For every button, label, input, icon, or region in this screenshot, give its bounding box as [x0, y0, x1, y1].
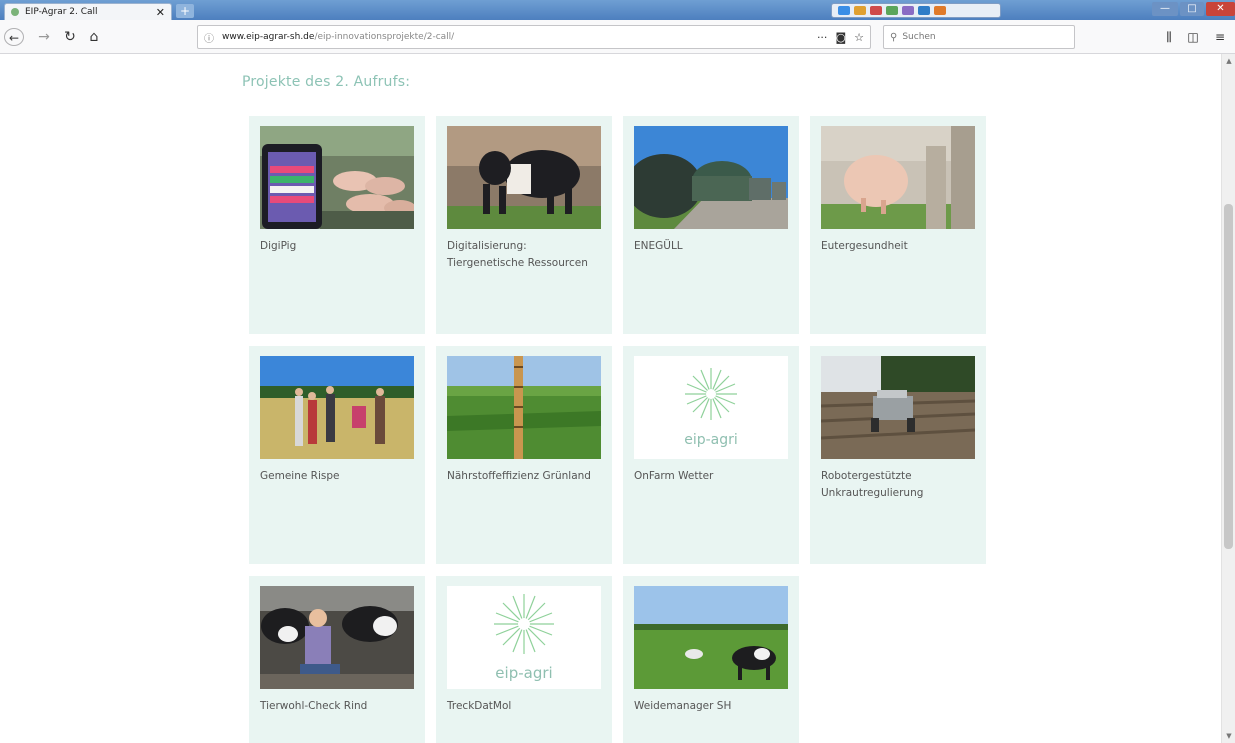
svg-text:eip-agri: eip-agri [684, 432, 738, 448]
project-image[interactable] [634, 126, 788, 229]
project-image[interactable] [447, 126, 601, 229]
new-tab-button[interactable]: + [176, 4, 194, 18]
project-title[interactable]: Robotergestützte Unkrautregulierung [821, 468, 975, 502]
people-in-field-photo [260, 356, 414, 459]
eip-agri-logo: eip-agri [447, 586, 601, 689]
project-image[interactable] [634, 586, 788, 689]
project-title[interactable]: OnFarm Wetter [634, 468, 788, 485]
project-card-naehrstoffeffizienz[interactable]: Nährstoffeffizienz Grünland [436, 346, 612, 564]
taskbar-icons [831, 3, 1001, 18]
project-image[interactable] [821, 356, 975, 459]
sidebar-icon[interactable]: ◫ [1185, 28, 1201, 46]
app-icon [854, 6, 866, 15]
scroll-down-icon[interactable]: ▼ [1222, 729, 1235, 743]
window-title [510, 4, 730, 16]
menu-icon[interactable]: ≡ [1212, 28, 1228, 46]
app-icon [870, 6, 882, 15]
tab-eip-agrar[interactable]: EIP-Agrar 2. Call ✕ [4, 3, 172, 20]
favicon-icon [11, 8, 19, 16]
cows-pasture-photo [634, 586, 788, 689]
project-title[interactable]: Nährstoffeffizienz Grünland [447, 468, 601, 485]
project-card-eutergesundheit[interactable]: Eutergesundheit [810, 116, 986, 334]
eip-agri-logo: eip-agri [634, 356, 788, 459]
project-card-weidemanager[interactable]: Weidemanager SH [623, 576, 799, 743]
project-card-digipig[interactable]: DigiPig [249, 116, 425, 334]
project-image[interactable] [260, 356, 414, 459]
page-actions-icon[interactable]: ··· [817, 31, 828, 44]
back-button[interactable]: ← [4, 28, 24, 46]
app-icon [886, 6, 898, 15]
pocket-icon[interactable]: ◙ [835, 31, 846, 44]
cattle-barn-photo [260, 586, 414, 689]
project-title[interactable]: Weidemanager SH [634, 698, 788, 715]
reload-button[interactable]: ↻ [62, 28, 78, 46]
app-icon [934, 6, 946, 15]
app-icon [902, 6, 914, 15]
address-bar[interactable]: ⓘ www.eip-agrar-sh.de /eip-innovationspr… [197, 25, 871, 49]
project-image[interactable]: eip-agri [634, 356, 788, 459]
biogas-plant-photo [634, 126, 788, 229]
forward-button[interactable]: → [36, 28, 52, 46]
field-robot-photo [821, 356, 975, 459]
maximize-button[interactable]: □ [1180, 2, 1204, 16]
black-white-pig-photo [447, 126, 601, 229]
project-image[interactable]: eip-agri [447, 586, 601, 689]
search-placeholder: Suchen [902, 32, 936, 42]
project-card-enegull[interactable]: ENEGÜLL [623, 116, 799, 334]
project-image[interactable] [260, 586, 414, 689]
project-card-digitalisierung[interactable]: Digitalisierung: Tiergenetische Ressourc… [436, 116, 612, 334]
close-tab-icon[interactable]: ✕ [156, 6, 165, 19]
search-input[interactable]: ⚲ Suchen [883, 25, 1075, 49]
project-card-onfarm-wetter[interactable]: eip-agri OnFarm Wetter [623, 346, 799, 564]
project-card-tierwohl-check[interactable]: Tierwohl-Check Rind [249, 576, 425, 743]
cow-udder-photo [821, 126, 975, 229]
project-image[interactable] [260, 126, 414, 229]
project-title[interactable]: TreckDatMol [447, 698, 601, 715]
close-window-button[interactable]: ✕ [1206, 2, 1235, 16]
project-title[interactable]: Digitalisierung: Tiergenetische Ressourc… [447, 238, 601, 272]
search-icon: ⚲ [890, 31, 898, 43]
minimize-button[interactable]: — [1152, 2, 1178, 16]
grass-ruler-photo [447, 356, 601, 459]
library-icon[interactable]: ⫼ [1161, 28, 1177, 46]
project-card-treckdatmol[interactable]: eip-agri TreckDatMol [436, 576, 612, 743]
project-title[interactable]: DigiPig [260, 238, 414, 255]
page-heading: Projekte des 2. Aufrufs: [242, 74, 411, 90]
project-image[interactable] [821, 126, 975, 229]
project-title[interactable]: ENEGÜLL [634, 238, 788, 255]
page-content: Projekte des 2. Aufrufs: DigiPig Digital… [0, 54, 1221, 743]
svg-text:eip-agri: eip-agri [495, 664, 552, 682]
project-title[interactable]: Tierwohl-Check Rind [260, 698, 414, 715]
browser-window: EIP-Agrar 2. Call ✕ + — □ ✕ ← → ↻ ⌂ ⓘ ww… [0, 0, 1235, 743]
project-title[interactable]: Gemeine Rispe [260, 468, 414, 485]
info-icon[interactable]: ⓘ [204, 30, 214, 45]
tab-title: EIP-Agrar 2. Call [25, 7, 98, 17]
home-button[interactable]: ⌂ [86, 28, 102, 46]
project-image[interactable] [447, 356, 601, 459]
scroll-up-icon[interactable]: ▲ [1222, 54, 1235, 68]
project-card-gemeine-rispe[interactable]: Gemeine Rispe [249, 346, 425, 564]
vertical-scrollbar[interactable]: ▲ ▼ [1221, 54, 1235, 743]
navigation-bar: ← → ↻ ⌂ ⓘ www.eip-agrar-sh.de /eip-innov… [0, 20, 1235, 54]
project-card-robotergestuetzte[interactable]: Robotergestützte Unkrautregulierung [810, 346, 986, 564]
url-path: /eip-innovationsprojekte/2-call/ [314, 32, 455, 42]
app-icon [838, 6, 850, 15]
bookmark-star-icon[interactable]: ☆ [854, 31, 864, 44]
scrollbar-thumb[interactable] [1224, 204, 1233, 549]
tab-bar: EIP-Agrar 2. Call ✕ + — □ ✕ [0, 0, 1235, 20]
url-host: www.eip-agrar-sh.de [222, 32, 315, 42]
pig-tablet-photo [260, 126, 414, 229]
app-icon [918, 6, 930, 15]
project-title[interactable]: Eutergesundheit [821, 238, 975, 255]
